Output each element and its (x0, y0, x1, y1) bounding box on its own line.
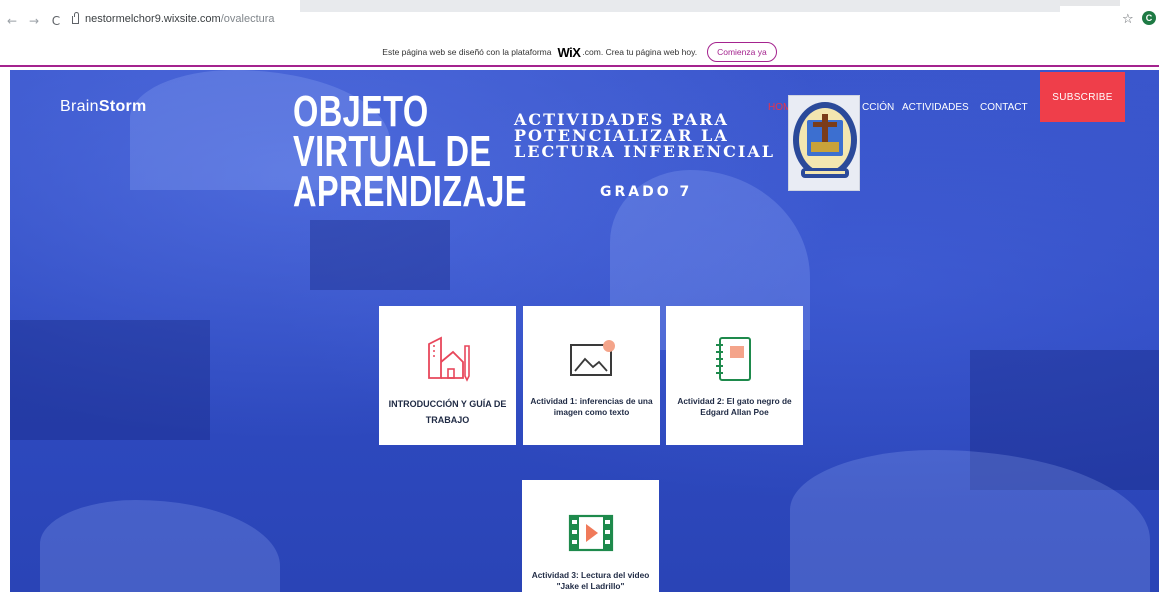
nav-actividades[interactable]: ACTIVIDADES (902, 102, 969, 113)
card-actividad-1[interactable]: Actividad 1: inferencias de una imagen c… (523, 306, 660, 445)
brand-bold: Storm (98, 98, 147, 115)
url-path: /ovalectura (220, 13, 275, 25)
card-actividad-2[interactable]: Actividad 2: El gato negro de Edgard All… (666, 306, 803, 445)
wix-logo: WiX (557, 44, 581, 60)
book-pages-decoration (40, 500, 280, 592)
house-pencil-icon (427, 336, 470, 382)
card-label: Actividad 2: El gato negro de Edgard All… (677, 396, 792, 417)
hero-section: BrainStorm OBJETO VIRTUAL DE APRENDIZAJE… (10, 70, 1159, 592)
reload-icon[interactable]: C (50, 14, 62, 28)
nav-contact[interactable]: CONTACT (980, 102, 1028, 113)
tab-strip (300, 0, 1060, 12)
comienza-ya-button[interactable]: Comienza ya (707, 42, 777, 62)
wix-banner-text: Este página web se diseñó con la platafo… (382, 47, 552, 57)
url-text[interactable]: nestormelchor9.wixsite.com/ovalectura (85, 13, 275, 25)
wix-banner-divider (0, 65, 1159, 67)
video-film-icon (568, 514, 613, 552)
subscribe-button[interactable]: SUBSCRIBE (1040, 72, 1125, 122)
crest-icon (793, 102, 857, 178)
brand-light: Brain (60, 98, 99, 115)
lock-icon (72, 12, 79, 24)
subtitle: ACTIVIDADES PARA POTENCIALIZAR LA LECTUR… (514, 112, 775, 160)
bookmark-star-icon[interactable]: ☆ (1122, 12, 1134, 27)
wix-banner: Este página web se diseñó con la platafo… (0, 38, 1159, 66)
bookshelf-decoration (10, 320, 210, 440)
card-label: INTRODUCCIÓN Y GUÍA DE TRABAJO (388, 399, 507, 425)
forward-icon[interactable]: → (28, 14, 40, 28)
browser-nav: ← → C (6, 14, 62, 28)
tab-strip-edge (1060, 0, 1120, 6)
main-title: OBJETO VIRTUAL DE APRENDIZAJE (293, 87, 527, 216)
notebook-icon (715, 337, 751, 381)
url-host: nestormelchor9.wixsite.com (85, 13, 221, 25)
main-title-line: OBJETO (293, 87, 429, 136)
main-title-line: APRENDIZAJE (293, 167, 527, 216)
grade-label: GRADO 7 (600, 184, 693, 200)
card-actividad-3[interactable]: Actividad 3: Lectura del video "Jake el … (522, 480, 659, 592)
card-label: Actividad 1: inferencias de una imagen c… (530, 396, 653, 417)
address-bar[interactable]: nestormelchor9.wixsite.com/ovalectura (72, 12, 275, 25)
image-icon (569, 340, 615, 376)
school-crest-logo (788, 95, 860, 191)
wix-banner-dotcom: .com. Crea tu página web hoy. (582, 47, 698, 57)
card-introduccion[interactable]: INTRODUCCIÓN Y GUÍA DE TRABAJO (379, 306, 516, 445)
subtitle-line: LECTURA INFERENCIAL (514, 142, 775, 161)
nav-introduccion[interactable]: CCIÓN (862, 102, 894, 113)
main-title-line: VIRTUAL DE (293, 127, 492, 176)
browser-toolbar: ← → C nestormelchor9.wixsite.com/ovalect… (0, 0, 1159, 38)
back-icon[interactable]: ← (6, 14, 18, 28)
site-brand-logo[interactable]: BrainStorm (60, 98, 147, 116)
profile-avatar[interactable]: C (1142, 11, 1156, 25)
bookshelf-decoration (310, 220, 450, 290)
card-label: Actividad 3: Lectura del video "Jake el … (531, 570, 650, 591)
